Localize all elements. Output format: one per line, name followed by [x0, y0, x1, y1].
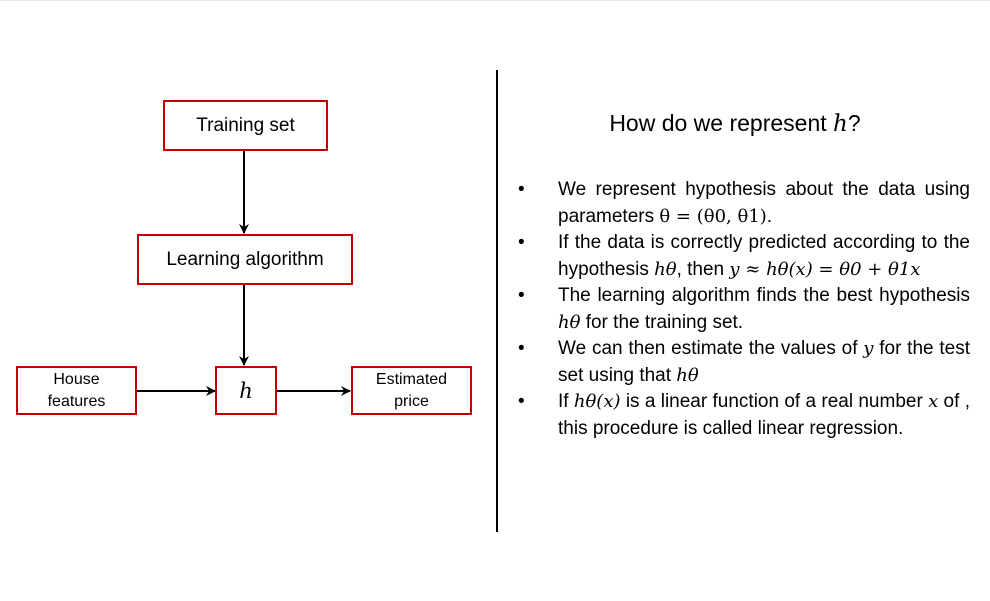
node-house-features-line1: House	[53, 370, 100, 388]
node-estimated-price-line1: Estimated	[375, 370, 448, 388]
bullet-1-end: .	[766, 205, 773, 227]
node-training-set-label: Training set	[196, 114, 295, 136]
bullet-5-math-b: x	[928, 391, 939, 412]
node-house-features-line2: features	[47, 392, 106, 410]
bullet-list: • We represent hypothesis about the data…	[514, 177, 970, 442]
bullet-dot: •	[518, 232, 525, 253]
node-estimated-price: Estimated price	[351, 366, 472, 415]
bullet-4-math-a: y	[863, 338, 874, 359]
bullet-3-text-a: The learning algorithm finds the best hy…	[558, 285, 970, 306]
node-estimated-price-line2: price	[394, 392, 429, 410]
bullet-4-math-b: hθ	[676, 364, 699, 386]
panel-title-text: How do we represent	[609, 110, 834, 136]
node-house-features: House features	[16, 366, 137, 415]
bullet-5-text-b: is a linear function of a real number	[620, 391, 929, 412]
bullet-2-math-a: hθ	[654, 258, 677, 280]
bullet-3-math: hθ	[558, 311, 581, 333]
bullet-5-math-a: hθ(x)	[573, 391, 621, 412]
panel-title-math: h	[833, 111, 848, 137]
bullet-item: • The learning algorithm finds the best …	[514, 283, 970, 336]
bullet-5-text-a: If	[558, 391, 574, 412]
panel-title-suffix: ?	[847, 110, 861, 136]
bullet-4-text-a: We can then estimate the values of	[558, 338, 864, 359]
bullet-dot: •	[518, 285, 525, 306]
bullet-item: • We can then estimate the values of y f…	[514, 336, 970, 389]
node-learning-algorithm: Learning algorithm	[137, 234, 353, 285]
bullet-2-math-b: y ≈ hθ(x) = θ0 + θ1x	[729, 258, 921, 280]
bullet-dot: •	[518, 391, 525, 412]
bullet-item: • If the data is correctly predicted acc…	[514, 230, 970, 283]
bullet-2-text-b: , then	[676, 258, 730, 280]
bullet-item: • If hθ(x) is a linear function of a rea…	[514, 389, 970, 442]
bullet-item: • We represent hypothesis about the data…	[514, 177, 970, 230]
node-h-label: h	[239, 378, 253, 403]
panel-title: How do we represent h?	[560, 110, 910, 137]
bullet-1-math: θ = (θ0, θ1)	[659, 205, 767, 227]
node-learning-algorithm-label: Learning algorithm	[166, 248, 324, 270]
node-training-set: Training set	[163, 100, 328, 151]
node-h: h	[215, 366, 277, 415]
bullet-dot: •	[518, 179, 525, 200]
bullet-3-text-b: for the training set.	[580, 311, 744, 333]
bullet-dot: •	[518, 338, 525, 359]
